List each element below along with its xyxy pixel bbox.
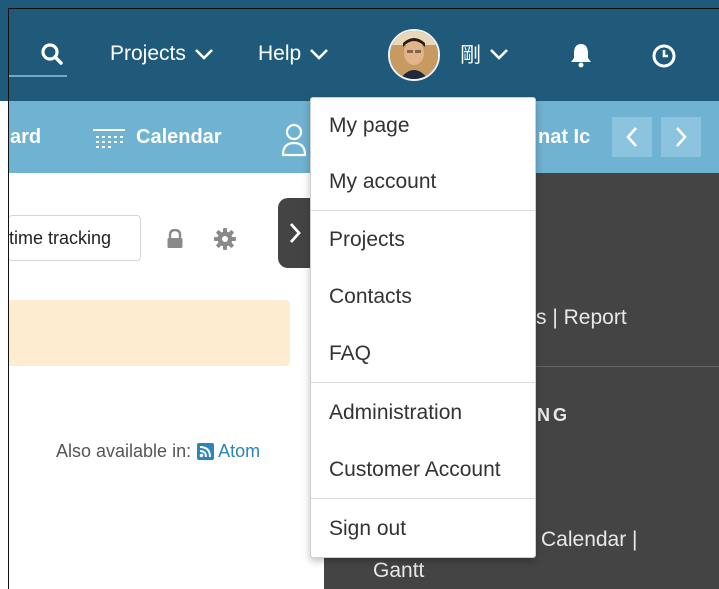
search-underline [8, 75, 67, 77]
chevron-right-icon [676, 127, 687, 147]
sidebar-calendar-link[interactable]: Calendar | [541, 528, 638, 552]
time-tracking-button[interactable]: time tracking [8, 215, 141, 261]
menu-item-my-page[interactable]: My page [329, 114, 410, 138]
alternate-formats: Also available in: Atom [56, 441, 260, 462]
dashboard-shortcut-label: ard [10, 126, 42, 148]
menu-item-my-account[interactable]: My account [329, 170, 436, 194]
person-icon [281, 123, 307, 157]
menu-separator [311, 210, 535, 211]
notifications-button[interactable] [566, 40, 596, 70]
search-button[interactable] [36, 38, 68, 70]
menu-separator [311, 498, 535, 499]
projects-menu[interactable]: Projects [110, 40, 214, 68]
top-navigation-bar [0, 0, 719, 101]
projects-menu-label: Projects [110, 42, 186, 65]
time-tracker-button[interactable] [648, 40, 680, 72]
chevron-down-icon [490, 49, 508, 60]
alternate-formats-label: Also available in: [56, 441, 192, 461]
settings-button[interactable] [213, 227, 237, 251]
menu-item-contacts[interactable]: Contacts [329, 285, 412, 309]
bell-icon [571, 44, 591, 68]
user-menu[interactable]: 剛 [460, 40, 509, 68]
sidebar-section-heading: NG [537, 405, 570, 425]
feed-icon [197, 443, 215, 460]
dashboard-shortcut[interactable]: ard [10, 126, 41, 149]
members-shortcut[interactable] [278, 120, 310, 160]
chat-shortcut[interactable]: nat Ic [538, 126, 590, 149]
sidebar-toggle-button[interactable] [278, 198, 312, 268]
help-menu-label: Help [258, 42, 302, 65]
menu-item-administration[interactable]: Administration [329, 401, 462, 425]
chevron-down-icon [310, 49, 329, 60]
menu-item-customer-account[interactable]: Customer Account [329, 458, 501, 482]
menu-item-projects[interactable]: Projects [329, 228, 405, 252]
flash-notice [8, 300, 290, 366]
chat-shortcut-label: nat Ic [538, 126, 591, 148]
menu-item-faq[interactable]: FAQ [329, 342, 371, 366]
sidebar-gantt-link[interactable]: Gantt [373, 559, 424, 583]
calendar-shortcut[interactable]: Calendar [92, 126, 222, 149]
scroll-left-button[interactable] [612, 117, 652, 157]
sidebar-report-links[interactable]: s | Report [536, 306, 627, 330]
chevron-right-icon [289, 223, 301, 243]
frame-border-left [8, 8, 9, 589]
frame-border-top [8, 8, 719, 9]
clock-icon [652, 44, 676, 68]
user-menu-label: 剛 [460, 44, 481, 67]
menu-item-sign-out[interactable]: Sign out [329, 517, 406, 541]
time-tracking-label: time tracking [9, 227, 112, 248]
lock-icon [167, 229, 183, 248]
app-frame: Projects Help 剛 ard Calendar nat Ic s | … [0, 0, 719, 589]
avatar-photo [390, 31, 438, 79]
gear-icon [214, 228, 236, 250]
user-avatar[interactable] [388, 29, 440, 81]
menu-separator [311, 382, 535, 383]
lock-button[interactable] [164, 227, 186, 251]
calendar-icon [93, 128, 125, 148]
atom-feed-link[interactable]: Atom [197, 441, 260, 462]
scroll-right-button[interactable] [661, 117, 701, 157]
help-menu[interactable]: Help [258, 40, 329, 68]
search-icon [41, 43, 63, 65]
user-dropdown-menu: My page My account Projects Contacts FAQ… [310, 97, 536, 558]
chevron-left-icon [626, 127, 637, 147]
chevron-down-icon [194, 49, 213, 60]
calendar-shortcut-label: Calendar [136, 126, 222, 148]
atom-feed-label: Atom [218, 441, 261, 461]
